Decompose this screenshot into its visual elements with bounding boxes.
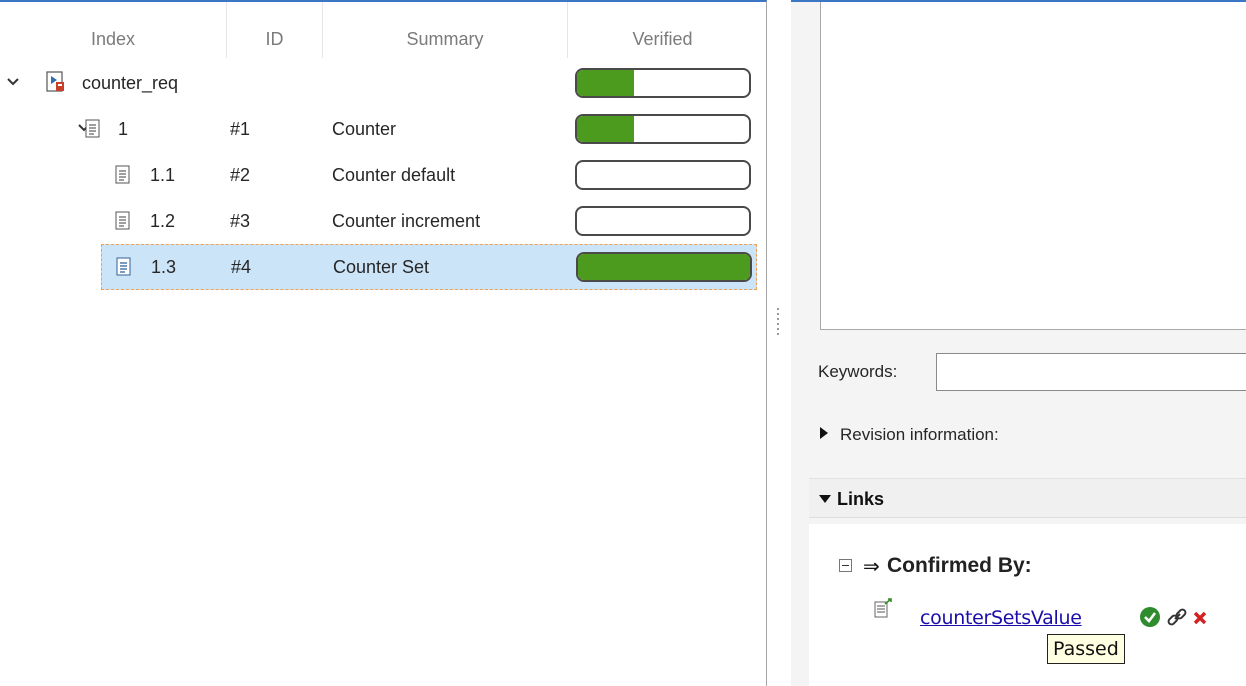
tree-row-root-label: counter_req: [82, 73, 179, 93]
keywords-label: Keywords:: [818, 362, 898, 381]
tree-row-selected[interactable]: 1.3 #4 Counter Set: [101, 244, 757, 290]
revision-information-toggle[interactable]: Revision information:: [820, 425, 999, 445]
row-summary: Counter: [332, 119, 397, 139]
test-case-icon: [874, 598, 892, 618]
row-index: 1.2: [150, 211, 176, 231]
collapse-toggle-icon[interactable]: [839, 559, 852, 572]
requirement-icon: [115, 165, 130, 184]
verified-progress-fill: [577, 70, 634, 96]
link-chain-icon[interactable]: [1166, 606, 1188, 628]
tree-row[interactable]: 1.2 #3 Counter increment: [0, 198, 757, 244]
requirement-icon: [116, 257, 131, 276]
delete-x-icon[interactable]: [1192, 610, 1208, 626]
confirmed-by-label: Confirmed By:: [887, 554, 1032, 577]
row-index: 1.3: [151, 257, 177, 277]
verified-progress-fill: [578, 254, 750, 280]
revision-information-label: Revision information:: [840, 425, 999, 444]
verified-progress-fill: [577, 116, 634, 142]
requirement-icon: [85, 119, 100, 138]
column-header-id[interactable]: ID: [227, 2, 323, 58]
tree-row[interactable]: 1.1 #2 Counter default: [0, 152, 757, 198]
verified-progress-bar: [575, 206, 751, 236]
keywords-input[interactable]: [936, 353, 1246, 391]
row-id: #3: [230, 211, 251, 231]
column-header-verified[interactable]: Verified: [568, 2, 757, 58]
expand-arrow-icon: [820, 427, 828, 439]
confirmed-by-arrow: ⇒: [863, 556, 880, 578]
row-index: 1: [118, 119, 129, 139]
row-id: #1: [230, 119, 251, 139]
details-panel: Keywords: Revision information: Links ⇒ …: [791, 0, 1246, 686]
row-id: #4: [231, 257, 252, 277]
tree-row-root[interactable]: counter_req: [0, 60, 757, 106]
chevron-down-icon[interactable]: [5, 74, 21, 90]
tree-row[interactable]: 1 #1 Counter: [0, 106, 757, 152]
verified-progress-bar: [575, 114, 751, 144]
passed-check-icon: [1140, 607, 1160, 627]
status-tooltip: Passed: [1047, 634, 1125, 664]
links-section-body: ⇒ Confirmed By: counterSetsValue Passed: [809, 524, 1246, 686]
requirement-set-icon: [46, 71, 64, 92]
verified-progress-bar: [575, 68, 751, 98]
column-header-index[interactable]: Index: [0, 2, 227, 58]
row-id: #2: [230, 165, 251, 185]
row-index: 1.1: [150, 165, 176, 185]
confirmed-by-link[interactable]: counterSetsValue: [920, 607, 1082, 629]
row-summary: Counter default: [332, 165, 456, 185]
splitter-handle[interactable]: [776, 308, 780, 338]
requirement-icon: [115, 211, 130, 230]
verified-progress-bar: [576, 252, 752, 282]
description-area[interactable]: [820, 2, 1246, 330]
collapse-arrow-icon: [819, 495, 831, 503]
requirements-tree-panel: Index ID Summary Verified counter_req 1 …: [0, 0, 767, 686]
links-section-header[interactable]: Links: [809, 478, 1246, 518]
tree-row-content: 1.3 #4 Counter Set: [1, 244, 758, 290]
column-header-summary[interactable]: Summary: [323, 2, 568, 58]
links-label: Links: [837, 489, 885, 509]
row-summary: Counter Set: [333, 257, 430, 277]
verified-progress-bar: [575, 160, 751, 190]
row-summary: Counter increment: [332, 211, 481, 231]
tree-header: Index ID Summary Verified: [0, 2, 757, 58]
